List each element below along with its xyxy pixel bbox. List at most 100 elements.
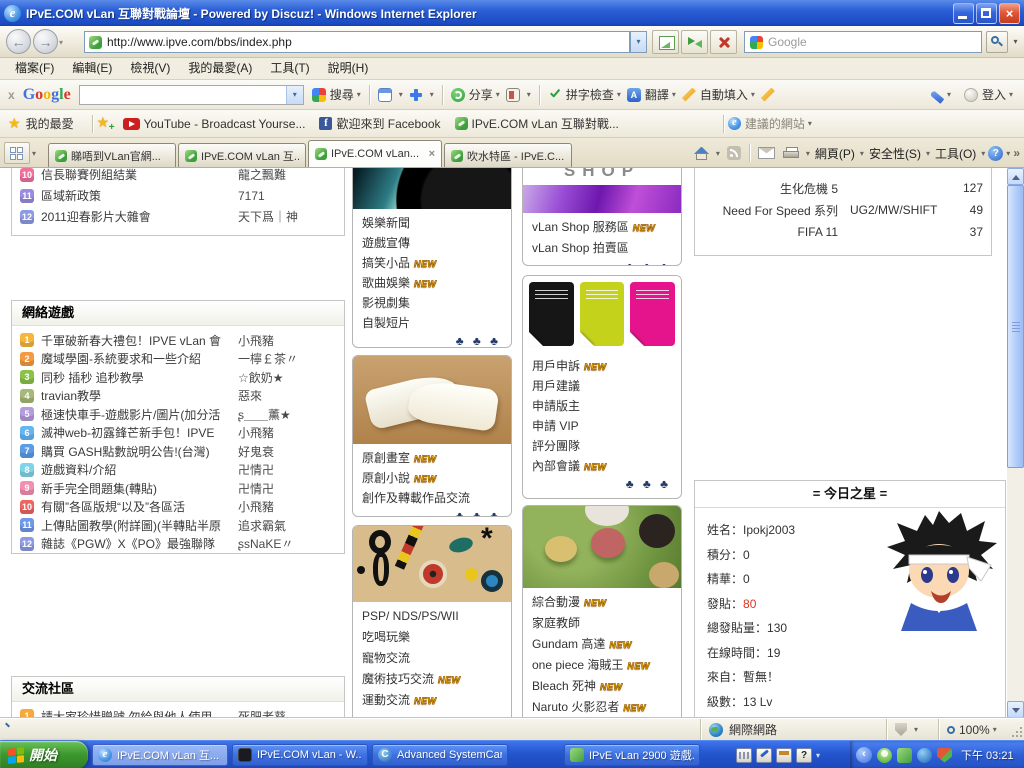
forum-link[interactable]: 影視劇集 — [362, 296, 410, 310]
forum-link[interactable]: Naruto 火影忍者 — [532, 700, 619, 714]
close-button[interactable]: × — [999, 3, 1020, 24]
suggested-sites-button[interactable]: e建議的網站▾ — [728, 115, 815, 132]
search-options-dropdown[interactable]: ▾ — [1009, 31, 1022, 53]
thread-link[interactable]: 有關”各區版規“以及”各區活 — [41, 498, 238, 515]
forum-link[interactable]: 用戶申訴 — [532, 359, 580, 373]
thread-author[interactable]: 一檸￡茶〃 — [238, 350, 336, 367]
page-menu-button[interactable]: 網頁(P) — [815, 145, 855, 162]
forum-link[interactable]: 娛樂新聞 — [362, 216, 410, 230]
dropdown-icon[interactable]: ▾ — [751, 90, 755, 99]
add-favorite-button[interactable]: ★ — [97, 117, 113, 131]
dropdown-icon[interactable]: ▾ — [806, 149, 810, 158]
thread-link[interactable]: travian教學 — [41, 387, 238, 404]
history-dropdown-icon[interactable]: ▾ — [59, 38, 63, 47]
taskbar-button-3[interactable]: C Advanced SystemCar... — [372, 744, 508, 766]
thread-author[interactable]: 小飛豬 — [238, 332, 336, 349]
subforum-markers[interactable]: ♣ ♣ ♣ — [523, 259, 681, 266]
resize-grip[interactable] — [1010, 725, 1022, 737]
thread-link[interactable]: 購買 GASH點數說明公告!(台灣) — [41, 443, 238, 460]
dropdown-icon[interactable]: ▾ — [430, 90, 434, 99]
forum-link[interactable]: 原創畫室 — [362, 451, 410, 465]
dropdown-icon[interactable]: ▾ — [914, 725, 918, 734]
forum-link[interactable]: 搞笑小品 — [362, 256, 410, 270]
subforum-markers[interactable]: ♣ ♣ ♣ — [353, 333, 511, 348]
tray-collapse-icon[interactable]: ‹ — [856, 747, 872, 763]
forum-link[interactable]: 吃喝玩樂 — [362, 630, 410, 644]
pen-icon[interactable] — [756, 748, 772, 763]
vertical-scrollbar[interactable] — [1007, 168, 1024, 718]
thread-link[interactable]: 滅神web-初露鋒芒新手包！IPVE — [41, 424, 238, 441]
translate-button[interactable]: A翻譯▾ — [627, 86, 676, 103]
forum-link[interactable]: 內部會議 — [532, 459, 580, 473]
menu-help[interactable]: 說明(H) — [319, 58, 378, 79]
thread-author[interactable]: 天下爲｜神 — [238, 208, 336, 225]
thread-link[interactable]: 同秒 插秒 追秒教學 — [41, 369, 238, 386]
tab-3-active[interactable]: IPvE.COM vLan... × — [308, 140, 442, 167]
maximize-button[interactable] — [976, 3, 997, 24]
minimize-button[interactable] — [953, 3, 974, 24]
tab-list-dropdown[interactable]: ▾ — [32, 149, 36, 158]
vlan-tray-icon[interactable] — [897, 748, 912, 763]
dropdown-icon[interactable]: ▾ — [672, 90, 676, 99]
scroll-up-button[interactable] — [1007, 168, 1024, 185]
forum-link[interactable]: 申請版主 — [532, 399, 580, 413]
tab-1[interactable]: 睇唔到VLan官網... — [48, 143, 176, 167]
thread-link[interactable]: 極速快車手-遊戲影片/圖片(加分活 — [41, 406, 238, 423]
dropdown-icon[interactable]: ▾ — [860, 149, 864, 158]
thread-link[interactable]: 請大家珍惜贈號,勿給與他人使用 — [41, 708, 238, 718]
thread-author[interactable]: ʂsNaKE〃 — [238, 535, 336, 552]
keyboard-icon[interactable] — [736, 748, 752, 763]
messenger-tray-icon[interactable] — [877, 748, 892, 763]
dropdown-icon[interactable]: ▾ — [716, 149, 720, 158]
rss-icon[interactable] — [727, 146, 741, 160]
google-search-button[interactable]: 搜尋▾ — [312, 86, 361, 103]
thread-link[interactable]: 遊戲資料/介紹 — [41, 461, 238, 478]
address-dropdown-button[interactable]: ▾ — [630, 31, 647, 53]
menu-edit[interactable]: 編輯(E) — [63, 58, 121, 79]
thread-link[interactable]: 千軍破新春大禮包！IPVE vLan 會 — [41, 332, 238, 349]
thread-author[interactable]: 7171 — [238, 189, 336, 203]
toolbar-options-icon[interactable] — [776, 748, 792, 763]
subforum-markers[interactable]: ♣ ♣ ♣ — [353, 508, 511, 517]
forum-link[interactable]: 遊戲宣傳 — [362, 236, 410, 250]
security-tray-icon[interactable] — [937, 748, 952, 763]
taskbar-button-1[interactable]: e IPvE.COM vLan 互... — [92, 744, 228, 766]
help-icon[interactable]: ? — [988, 146, 1003, 161]
thread-link[interactable]: 雜誌《PGW》X《PO》最強聯隊 — [41, 535, 238, 552]
dropdown-icon[interactable]: ▾ — [399, 90, 403, 99]
language-bar-chevron-icon[interactable]: ▾ — [816, 751, 820, 760]
forum-link[interactable]: 創作及轉載作品交流 — [362, 491, 470, 505]
sidewiki-button[interactable]: ▾ — [506, 88, 531, 102]
favorite-ipve[interactable]: IPvE.COM vLan 互聯對戰... — [455, 115, 619, 132]
search-go-button[interactable] — [986, 31, 1008, 53]
forum-link[interactable]: 評分團隊 — [532, 439, 580, 453]
dropdown-icon[interactable]: ▾ — [357, 90, 361, 99]
back-button[interactable]: ← — [6, 29, 31, 54]
highlighter-button[interactable] — [761, 88, 779, 102]
dropdown-icon[interactable]: ▾ — [993, 725, 997, 734]
taskbar-button-2[interactable]: IPvE.COM vLan - W... — [232, 744, 368, 766]
clock[interactable]: 下午 03:21 — [961, 747, 1014, 763]
help-icon[interactable]: ? — [796, 748, 812, 763]
forum-link[interactable]: PSP/ NDS/PS/WII — [362, 609, 459, 623]
dropdown-icon[interactable]: ▾ — [981, 149, 985, 158]
thread-link[interactable]: 區域新政策 — [41, 187, 238, 204]
google-search-input[interactable]: ▾ — [79, 85, 304, 105]
start-button[interactable]: 開始 — [0, 741, 88, 768]
tools-menu-button[interactable]: 工具(O) — [935, 145, 976, 162]
forum-link[interactable]: vLan Shop 服務區 — [532, 220, 629, 234]
taskbar-button-4[interactable]: IPvE vLan 2900 遊戲... — [564, 744, 700, 766]
quick-tabs-button[interactable] — [4, 142, 30, 164]
popup-blocker-button[interactable]: ▾ — [378, 88, 403, 102]
forward-button[interactable]: → — [33, 29, 58, 54]
thread-author[interactable]: 小飛豬 — [238, 424, 336, 441]
spellcheck-button[interactable]: 拼字檢查▾ — [548, 86, 621, 103]
forum-link[interactable]: 原創小說 — [362, 471, 410, 485]
forum-link[interactable]: one piece 海賊王 — [532, 658, 623, 672]
thread-author[interactable]: 小飛豬 — [238, 498, 336, 515]
systemcare-tray-icon[interactable] — [917, 748, 932, 763]
tab-4[interactable]: 吹水特區 - IPvE.C... — [444, 143, 572, 167]
menu-file[interactable]: 檔案(F) — [6, 58, 63, 79]
thread-link[interactable]: 上傳貼圖教學(附詳圖)(半轉貼半原 — [41, 517, 238, 534]
compatibility-button[interactable] — [652, 30, 679, 54]
